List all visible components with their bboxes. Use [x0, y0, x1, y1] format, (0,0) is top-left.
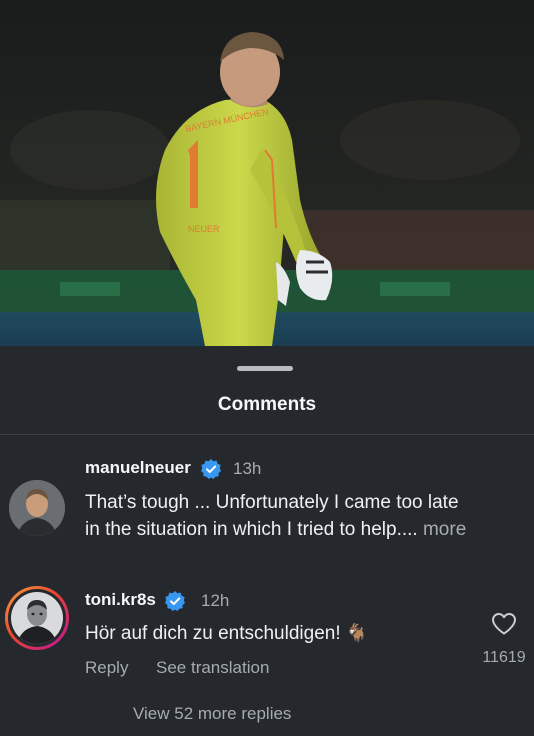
verified-badge-icon [201, 459, 221, 479]
comment-time: 13h [233, 459, 262, 478]
comment-text: That’s tough ... Unfortunately I came to… [85, 489, 530, 543]
more-link[interactable]: more [423, 519, 466, 540]
see-translation-button[interactable]: See translation [156, 658, 269, 678]
comment-text-body: Hör auf dich zu entschuldigen! [85, 623, 341, 644]
view-replies-button[interactable]: View 52 more replies [133, 704, 291, 724]
avatar-image [9, 480, 65, 536]
comment-text: Hör auf dich zu entschuldigen! 🐐 [85, 620, 368, 647]
divider [0, 434, 534, 435]
goalkeeper-photo: BAYERN MÜNCHEN NEUER [0, 0, 534, 346]
sheet-grabber[interactable] [237, 366, 293, 371]
comment-text-line1: That’s tough ... Unfortunately I came to… [85, 492, 459, 513]
sheet-title: Comments [217, 394, 317, 415]
heart-icon[interactable] [491, 612, 517, 636]
avatar-manuelneuer[interactable] [9, 480, 65, 536]
comment-username[interactable]: manuelneuer [85, 458, 191, 478]
comment-time: 12h [201, 591, 230, 610]
reply-button[interactable]: Reply [85, 658, 128, 678]
post-photo[interactable]: BAYERN MÜNCHEN NEUER [0, 0, 534, 346]
svg-text:NEUER: NEUER [188, 224, 220, 234]
verified-badge-icon [165, 591, 185, 611]
like-count: 11619 [482, 649, 526, 666]
avatar-image [11, 592, 63, 644]
comment-text-line2: in the situation in which I tried to hel… [85, 519, 418, 540]
goat-emoji: 🐐 [345, 623, 369, 643]
comment-username[interactable]: toni.kr8s [85, 590, 156, 610]
avatar-toni-kr8s [11, 592, 63, 644]
avatar-story-ring[interactable] [5, 586, 69, 650]
